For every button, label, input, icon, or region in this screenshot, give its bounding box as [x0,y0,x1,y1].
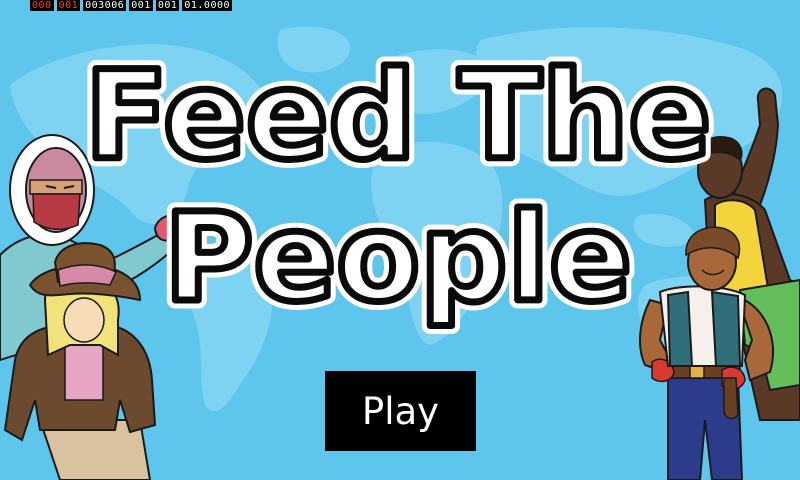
debug-counter: 01.0000 [182,0,233,11]
debug-counter: 001 [155,0,180,11]
debug-counter: 001 [129,0,153,11]
title-line-1: Feed The [85,45,712,187]
debug-counter: 003006 [83,0,127,11]
game-title-screen: Feed The Feed The People People 000 001 … [0,0,800,480]
title-line-2: People [164,187,632,329]
play-button-label: Play [361,389,440,433]
play-button[interactable]: Play [325,371,476,451]
debug-counter: 000 [30,0,54,11]
debug-counter: 001 [56,0,81,11]
debug-counters: 000 001 003006 001 001 01.0000 [30,0,233,11]
